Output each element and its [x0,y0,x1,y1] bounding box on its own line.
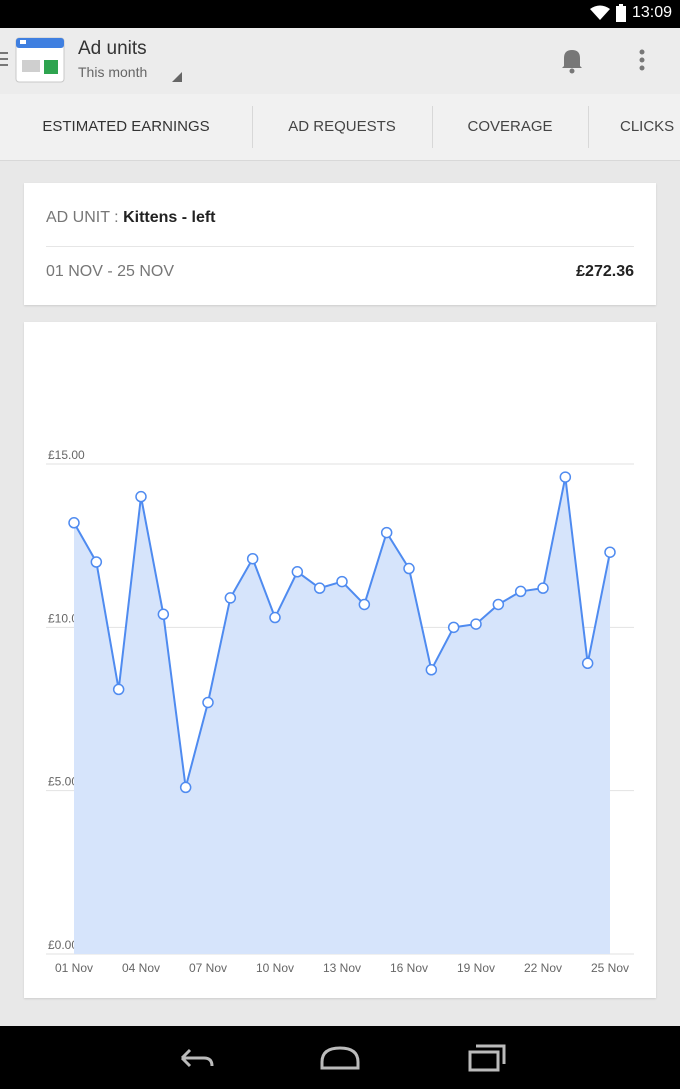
x-tick-label: 04 Nov [122,961,160,975]
earnings-chart-card: £0.00 £5.00 £10.00 £15.00 01 Nov 04 Nov 07 Nov… [24,322,656,998]
x-tick-label: 16 Nov [390,961,428,975]
x-tick-label: 25 Nov [591,961,629,975]
x-tick-label: 19 Nov [457,961,495,975]
overflow-menu-icon[interactable] [636,46,648,74]
data-point [157,608,170,621]
back-icon[interactable] [174,1038,218,1078]
data-point [68,517,80,529]
ad-unit-name: Kittens - left [123,209,216,226]
data-point [470,618,482,630]
x-tick-label: 22 Nov [524,961,562,975]
status-icons: 13:09 [589,4,672,22]
data-point [514,585,527,598]
card-divider [46,246,634,247]
x-tick-label: 13 Nov [323,961,361,975]
battery-icon [615,4,626,22]
app-bar: Ad units This month [0,28,680,95]
x-tick-label: 10 Nov [256,961,294,975]
ad-unit-row: AD UNIT : Kittens - left [46,209,216,227]
data-point [112,683,125,696]
app-title: Ad units [78,38,147,59]
y-tick-label: £5.00 [48,775,78,789]
earnings-area [74,477,610,954]
data-point [492,598,505,611]
home-icon[interactable] [318,1038,362,1078]
data-point [246,552,259,565]
wifi-icon [589,5,610,20]
x-tick-label: 01 Nov [55,961,93,975]
tab-estimated-earnings[interactable]: ESTIMATED EARNINGS [0,94,252,160]
earnings-chart: £0.00£5.00£10.00£15.0001 Nov 04 Nov 07 Nov… [46,448,634,975]
tab-ad-requests[interactable]: AD REQUESTS [252,94,432,160]
data-point [224,592,237,604]
data-point [604,546,616,558]
system-nav-bar [0,1026,680,1089]
x-tick-label: 07 Nov [189,961,227,975]
drawer-icon[interactable] [0,50,10,68]
dropdown-caret-icon[interactable] [172,72,182,82]
status-bar: 13:09 [0,0,680,28]
data-point [336,575,348,588]
data-point [135,490,147,503]
recents-icon[interactable] [464,1038,508,1078]
app-logo[interactable] [14,34,66,86]
data-point [447,621,460,634]
data-point [313,582,326,594]
ad-unit-label: AD UNIT : [46,209,119,226]
data-point [581,657,594,670]
summary-card: AD UNIT : Kittens - left 01 NOV - 25 NOV… [24,183,656,305]
data-point [90,556,103,568]
notification-bell-icon[interactable] [560,46,584,74]
data-point [291,566,304,578]
data-point [403,562,415,575]
data-point [358,598,371,611]
tab-bar: ESTIMATED EARNINGS AD REQUESTS COVERAGE … [0,94,680,161]
y-tick-label: £0.00 [48,938,78,952]
data-point [559,471,572,483]
data-point [380,526,393,539]
period-selector[interactable]: This month [78,64,147,80]
data-point [202,696,214,709]
date-range: 01 NOV - 25 NOV [46,263,175,280]
data-point [425,664,438,676]
data-point [269,611,281,624]
status-time: 13:09 [631,4,672,21]
data-point [179,781,192,794]
total-earnings: £272.36 [576,263,634,280]
y-tick-label: £15.00 [48,448,85,462]
tab-coverage[interactable]: COVERAGE [432,94,588,160]
tab-clicks[interactable]: CLICKS [588,94,680,160]
data-point [537,582,549,594]
